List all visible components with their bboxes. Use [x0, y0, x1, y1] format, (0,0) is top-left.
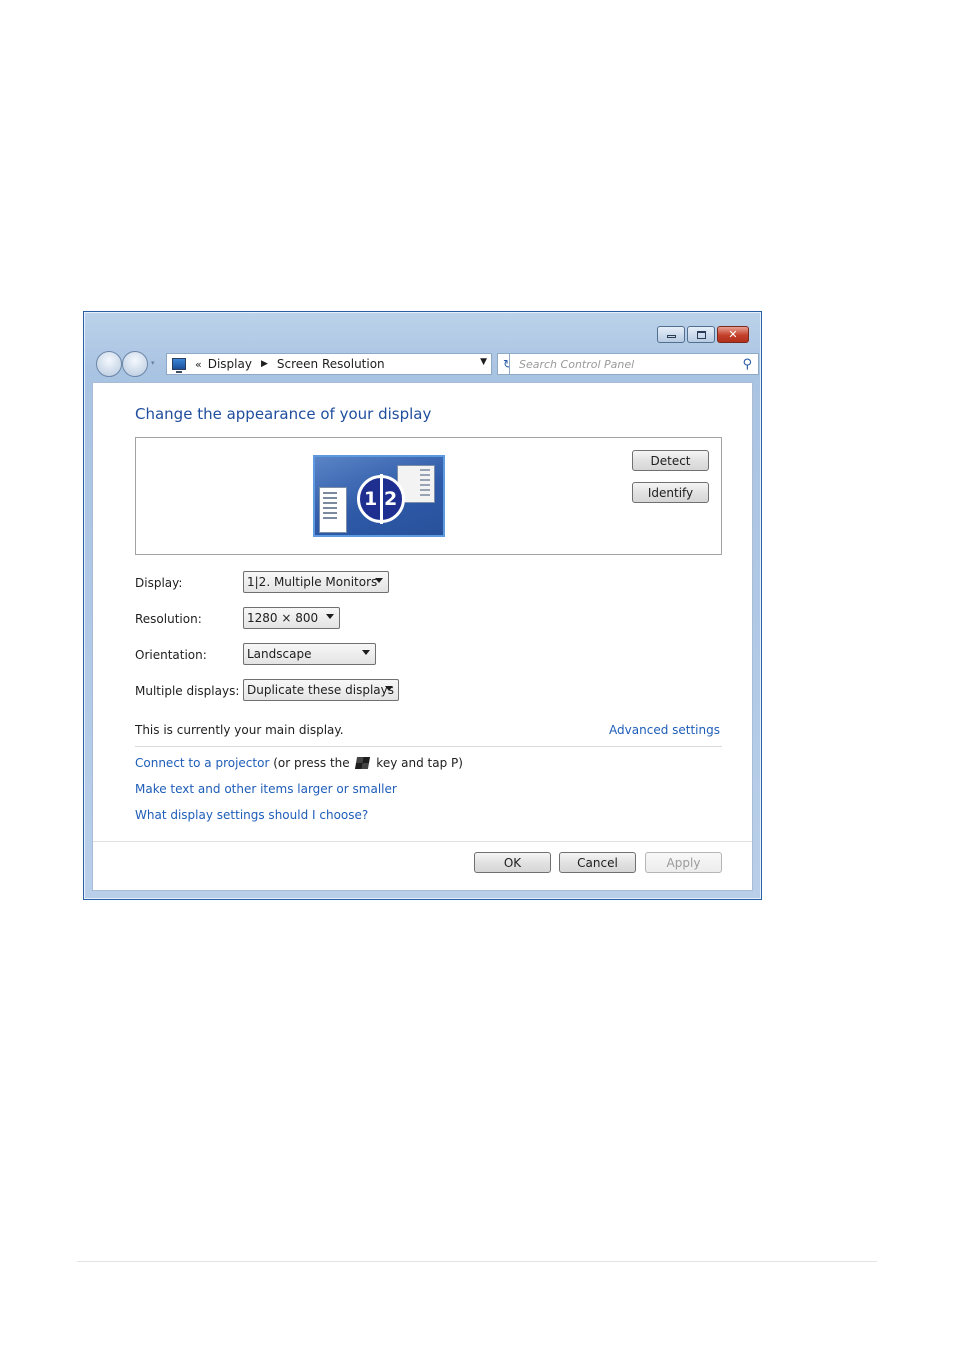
minimize-icon	[666, 335, 676, 338]
address-dropdown-icon[interactable]: ▼	[480, 357, 487, 367]
thumbnail-window-left	[319, 487, 347, 533]
orientation-label: Orientation:	[135, 648, 207, 662]
divider	[135, 746, 722, 747]
address-bar[interactable]: « Display ▶ Screen Resolution ▼	[166, 353, 492, 375]
multiple-displays-select-value: Duplicate these displays	[247, 683, 394, 697]
monitor-number-2: 2	[384, 488, 398, 510]
resolution-select-value: 1280 × 800	[247, 611, 319, 625]
close-button[interactable]: ✕	[717, 326, 749, 343]
monitor-number-badge: 1 2	[357, 474, 405, 524]
badge-divider	[380, 474, 383, 524]
monitor-number-1: 1	[364, 488, 378, 510]
control-panel-monitor-icon	[172, 358, 186, 373]
display-help-link[interactable]: What display settings should I choose?	[135, 808, 368, 822]
maximize-icon	[696, 330, 706, 339]
multiple-displays-select[interactable]: Duplicate these displays	[243, 679, 399, 701]
projector-hint-after: key and tap P)	[372, 756, 463, 770]
projector-row: Connect to a projector (or press the key…	[135, 756, 463, 770]
search-input[interactable]	[517, 356, 731, 372]
breadcrumb-display[interactable]: Display	[208, 357, 252, 371]
chevron-down-icon	[385, 686, 393, 691]
text-size-link[interactable]: Make text and other items larger or smal…	[135, 782, 397, 796]
apply-button[interactable]: Apply	[645, 852, 722, 873]
chevron-down-icon	[326, 614, 334, 619]
minimize-button[interactable]	[657, 326, 685, 343]
search-box[interactable]: ⚲	[509, 353, 759, 375]
multiple-displays-label: Multiple displays:	[135, 684, 240, 698]
cancel-button[interactable]: Cancel	[559, 852, 636, 873]
main-display-note: This is currently your main display.	[135, 723, 344, 737]
footer-divider	[93, 841, 752, 842]
identify-button[interactable]: Identify	[632, 482, 709, 503]
page-footer-rule	[77, 1261, 877, 1262]
caption-buttons: ✕	[657, 326, 749, 343]
address-overflow-chevron[interactable]: «	[195, 358, 202, 371]
monitor-1-2-thumbnail[interactable]: 1 2	[313, 455, 445, 537]
breadcrumb-separator-icon[interactable]: ▶	[261, 359, 268, 369]
breadcrumb-screen-resolution[interactable]: Screen Resolution	[277, 357, 385, 371]
recent-pages-dropdown[interactable]: ▾	[151, 359, 155, 367]
chevron-down-icon	[362, 650, 370, 655]
forward-button[interactable]	[122, 351, 148, 377]
maximize-button[interactable]	[687, 326, 715, 343]
navigation-bar: ▾ « Display ▶ Screen Resolution ▼ ↻ ⚲	[94, 350, 759, 377]
display-label: Display:	[135, 576, 183, 590]
display-select-value: 1|2. Multiple Monitors	[247, 575, 378, 589]
chevron-down-icon	[375, 578, 383, 583]
back-button[interactable]	[96, 351, 122, 377]
resolution-label: Resolution:	[135, 612, 202, 626]
windows-logo-icon	[355, 757, 371, 769]
display-preview-panel: 1 2 Detect Identify	[135, 437, 722, 555]
ok-button[interactable]: OK	[474, 852, 551, 873]
resolution-select[interactable]: 1280 × 800	[243, 607, 340, 629]
search-icon[interactable]: ⚲	[742, 357, 752, 372]
connect-projector-link[interactable]: Connect to a projector	[135, 756, 269, 770]
page-title: Change the appearance of your display	[135, 405, 432, 423]
orientation-select[interactable]: Landscape	[243, 643, 376, 665]
screen-resolution-window: ✕ ▾ « Display ▶ Screen Resolution ▼ ↻ ⚲ …	[83, 311, 762, 900]
orientation-select-value: Landscape	[247, 647, 312, 661]
close-icon: ✕	[728, 328, 738, 341]
advanced-settings-link[interactable]: Advanced settings	[609, 723, 720, 737]
display-select[interactable]: 1|2. Multiple Monitors	[243, 571, 389, 593]
projector-hint-before: (or press the	[269, 756, 354, 770]
content-pane: Change the appearance of your display 1 …	[92, 382, 753, 891]
detect-button[interactable]: Detect	[632, 450, 709, 471]
